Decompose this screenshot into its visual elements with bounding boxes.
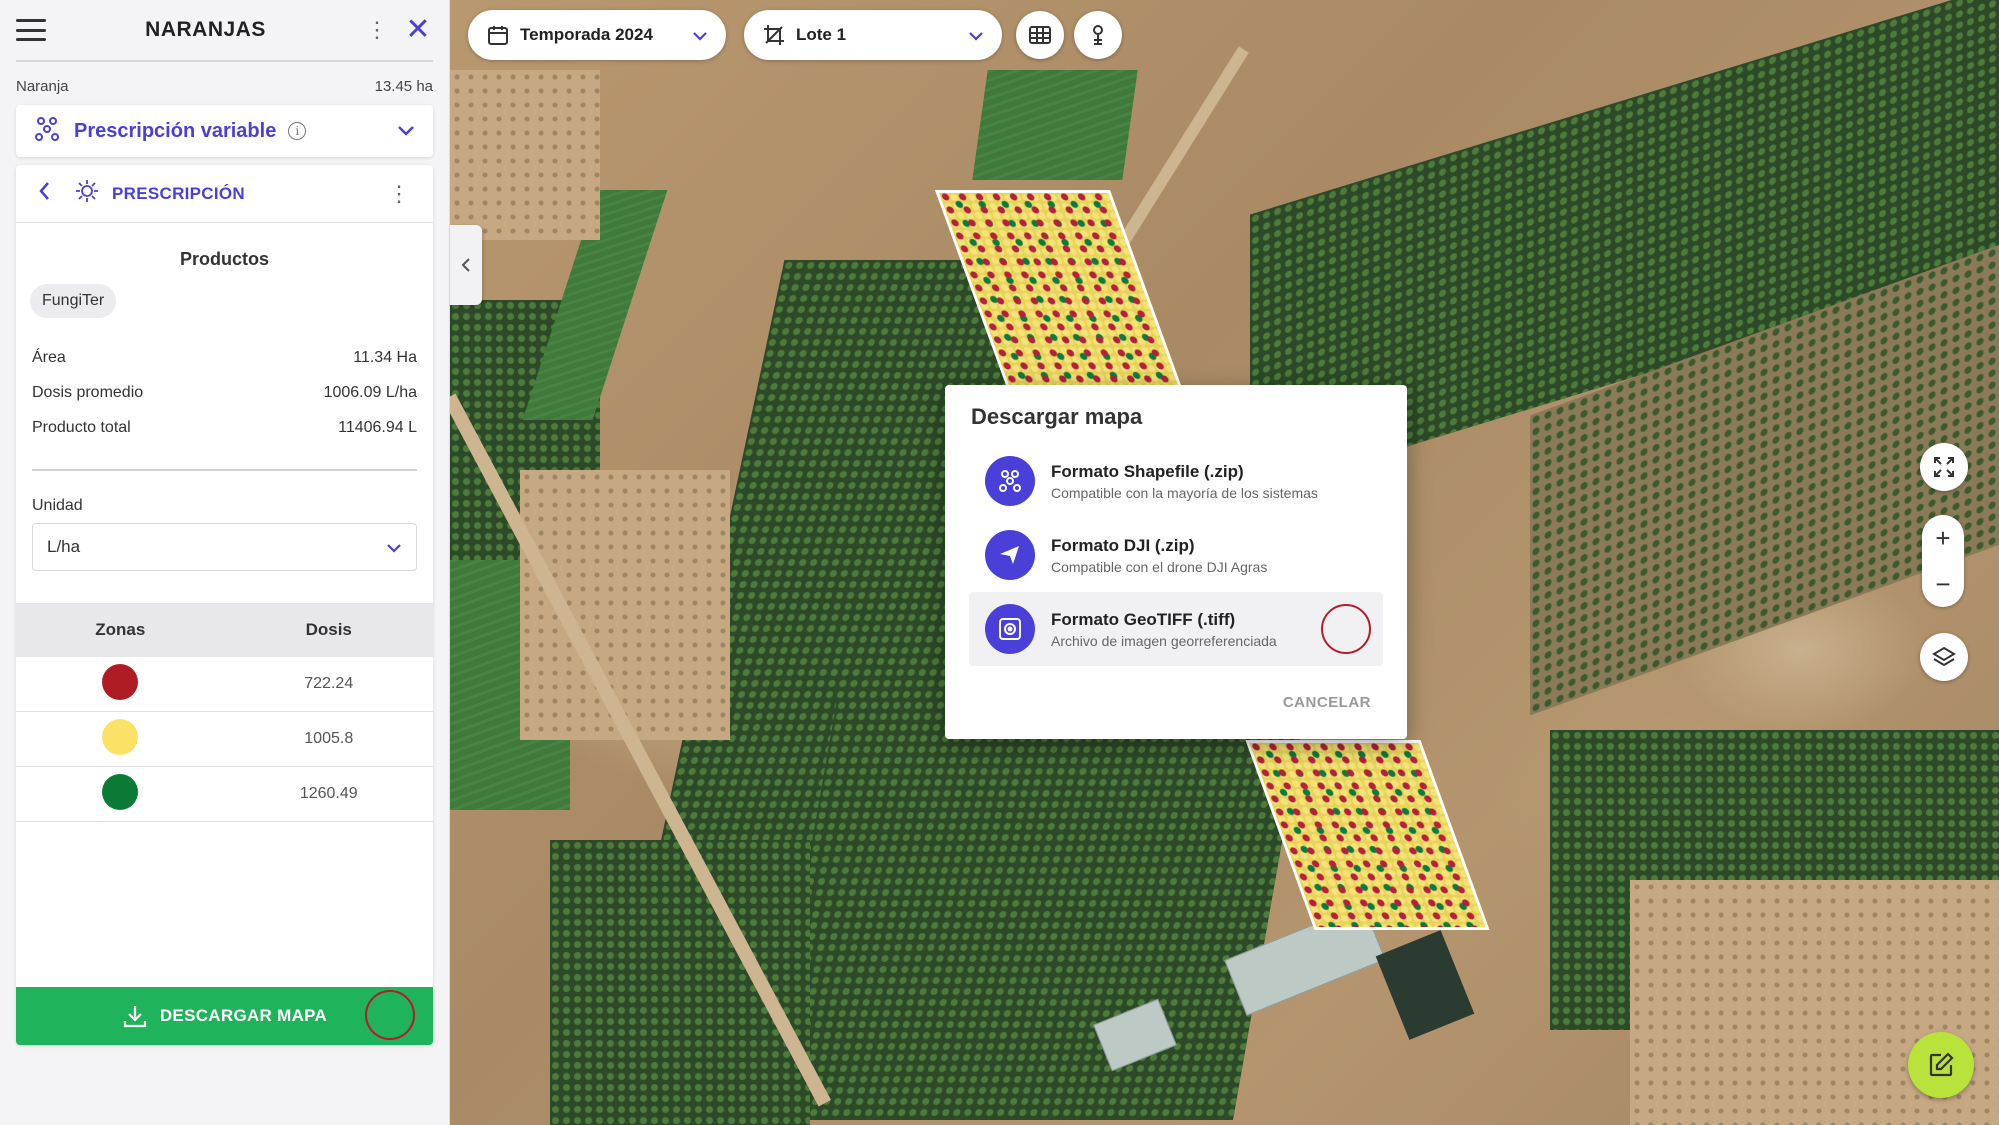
crop-name: Naranja [16,78,69,95]
unit-value: L/ha [47,537,81,556]
season-label: Temporada 2024 [520,25,653,44]
lot-selector[interactable]: Lote 1 [744,10,1002,60]
products-title: Productos [179,249,269,269]
map-orchard-block [762,700,1308,1120]
prescription-header: PRESCRIPCIÓN ⋮ [16,165,433,223]
zone-dose: 1260.49 [299,785,358,802]
unit-label: Unidad [32,497,83,514]
info-icon[interactable]: i [288,122,307,140]
back-arrow-icon[interactable] [38,181,58,207]
collapse-panel-button[interactable] [450,225,482,305]
table-icon [1029,26,1051,44]
crop-area: 13.45 ha [374,78,433,95]
plant-sample-button[interactable] [1074,11,1122,59]
zones-column-header: Zonas [95,620,146,639]
chevron-down-icon[interactable] [397,121,415,142]
zone-row: 1005.8 [16,712,433,767]
layers-button[interactable] [1920,633,1968,681]
option-title: Formato DJI (.zip) [1051,535,1195,555]
stat-total-product: Producto total 11406.94 L [32,418,417,436]
drone-icon [985,530,1035,580]
map-orchard-block [550,840,810,1125]
option-subtitle: Archivo de imagen georreferenciada [1051,632,1277,649]
shapefile-icon [985,456,1035,506]
zoom-control: + − [1922,515,1964,607]
field-side-panel: NARANJAS ⋮ ✕ Naranja 13.45 ha Prescripci… [0,0,450,1125]
map-field [1375,930,1475,1040]
option-title: Formato Shapefile (.zip) [1051,461,1244,481]
calendar-icon [488,26,508,45]
edit-button[interactable] [1908,1032,1974,1098]
fit-bounds-button[interactable] [1920,443,1968,491]
zones-table: Zonas Dosis 722.24 1005.8 1260.49 [16,603,433,822]
geotiff-icon [985,604,1035,654]
prescription-zone-polygon[interactable] [1245,740,1490,930]
plant-icon [1093,25,1103,45]
download-map-label: DESCARGAR MAPA [159,1006,328,1025]
divider [32,469,417,471]
shapefile-option[interactable]: Formato Shapefile (.zip) Compatible con … [969,444,1383,518]
option-title: Formato GeoTIFF (.tiff) [1051,609,1236,629]
map-field [972,70,1138,180]
stat-avg-dose: Dosis promedio 1006.09 L/ha [32,383,417,401]
zone-color-dot [102,663,139,700]
cancel-button[interactable]: CANCELAR [1283,694,1371,711]
download-map-dialog: Descargar mapa Formato Shapefile (.zip) … [945,385,1407,739]
prescription-card: PRESCRIPCIÓN ⋮ Productos FungiTer Área 11… [16,165,433,1045]
zoom-in-button[interactable]: + [1922,515,1964,561]
zone-row: 722.24 [16,657,433,712]
stats-list: Área 11.34 Ha Dosis promedio 1006.09 L/ha … [16,340,433,445]
prescription-dots-icon [34,116,60,147]
season-selector[interactable]: Temporada 2024 [468,10,726,60]
geotiff-option[interactable]: Formato GeoTIFF (.tiff) Archivo de image… [969,592,1383,666]
zone-row: 1260.49 [16,767,433,822]
close-icon[interactable]: ✕ [403,15,433,45]
lot-label: Lote 1 [796,25,847,44]
more-options-icon[interactable]: ⋮ [365,17,389,43]
crop-info: Naranja 13.45 ha [0,78,449,95]
prescription-section-label: PRESCRIPCIÓN [112,183,246,203]
edit-icon [1929,1052,1954,1077]
crop-area-icon [764,25,784,45]
prescription-gear-icon [74,178,100,209]
mode-label: Prescripción variable [74,119,277,142]
option-subtitle: Compatible con la mayoría de los sistema… [1051,484,1318,501]
menu-icon[interactable] [16,19,46,41]
stat-area: Área 11.34 Ha [32,348,417,366]
zone-dose: 722.24 [304,675,354,692]
mode-selector[interactable]: Prescripción variable i [16,105,433,157]
zones-table-header: Zonas Dosis [16,603,433,657]
dose-column-header: Dosis [305,620,352,639]
field-title: NARANJAS [145,18,266,41]
zone-dose: 1005.8 [304,730,354,747]
table-view-button[interactable] [1016,11,1064,59]
zone-color-dot [102,773,139,810]
highlight-ring [365,990,415,1040]
panel-header: NARANJAS ⋮ ✕ [16,0,433,62]
zone-color-dot [102,718,139,755]
chevron-down-icon [968,25,984,46]
zoom-out-button[interactable]: − [1922,561,1964,607]
dji-option[interactable]: Formato DJI (.zip) Compatible con el dro… [969,518,1383,592]
prescription-more-icon[interactable]: ⋮ [387,181,411,207]
unit-select[interactable]: L/ha [32,523,417,571]
product-chip[interactable]: FungiTer [30,284,117,318]
fit-bounds-icon [1934,457,1954,477]
layers-icon [1932,646,1956,667]
option-subtitle: Compatible con el drone DJI Agras [1051,558,1268,575]
download-map-button[interactable]: DESCARGAR MAPA [16,987,433,1045]
chevron-down-icon [692,25,708,46]
map-bare-field [450,70,600,240]
dialog-title: Descargar mapa [971,404,1143,429]
highlight-ring [1321,604,1371,654]
chevron-down-icon [386,537,402,558]
download-icon [123,1006,146,1028]
